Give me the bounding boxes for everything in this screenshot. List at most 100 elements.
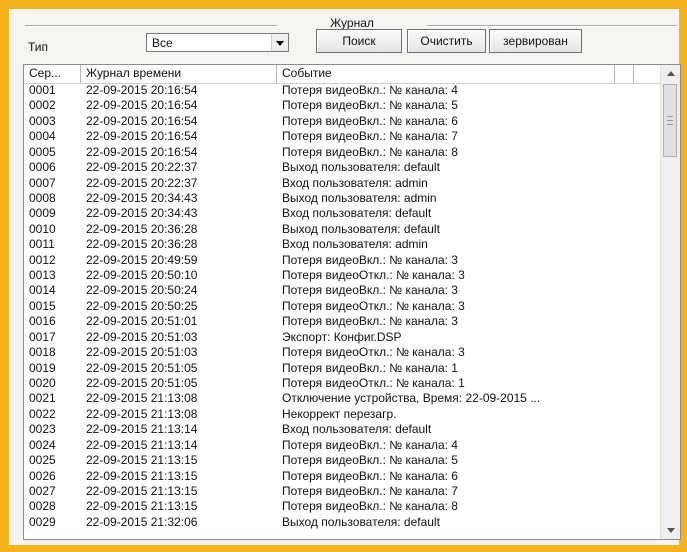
row-serial: 0009 xyxy=(29,206,56,221)
column-header-time[interactable]: Журнал времени xyxy=(81,65,277,83)
column-header-serial[interactable]: Сер... xyxy=(24,65,81,83)
type-label: Тип xyxy=(28,40,49,54)
row-serial: 0020 xyxy=(29,376,56,391)
table-row[interactable]: 0016 22-09-2015 20:51:01 Потеря видеоВкл.:… xyxy=(24,314,660,329)
row-time: 22-09-2015 20:16:54 xyxy=(86,129,198,144)
group-title: Журнал xyxy=(277,16,427,30)
clear-button[interactable]: Очистить xyxy=(407,29,486,53)
table-row[interactable]: 0007 22-09-2015 20:22:37 Вход пользователя… xyxy=(24,176,660,191)
row-event: Потеря видеоВкл.: № канала: 3 xyxy=(282,283,458,298)
table-row[interactable]: 0021 22-09-2015 21:13:08 Отключение устрой… xyxy=(24,391,660,406)
row-time: 22-09-2015 21:13:14 xyxy=(86,422,198,437)
table-row[interactable]: 0012 22-09-2015 20:49:59 Потеря видеоВкл.:… xyxy=(24,253,660,268)
row-serial: 0015 xyxy=(29,298,56,313)
row-serial: 0023 xyxy=(29,422,56,437)
row-event: Потеря видеоОткл.: № канала: 3 xyxy=(282,268,465,283)
table-row[interactable]: 0002 22-09-2015 20:16:54 Потеря видеоВкл.:… xyxy=(24,98,660,113)
row-event: Потеря видеоВкл.: № канала: 6 xyxy=(282,468,458,483)
row-time: 22-09-2015 20:22:37 xyxy=(86,160,198,175)
row-event: Выход пользователя: default xyxy=(282,514,440,529)
table-row[interactable]: 0009 22-09-2015 20:34:43 Вход пользователя… xyxy=(24,206,660,221)
table-row[interactable]: 0010 22-09-2015 20:36:28 Выход пользовател… xyxy=(24,222,660,237)
row-event: Потеря видеоВкл.: № канала: 7 xyxy=(282,129,458,144)
table-row[interactable]: 0003 22-09-2015 20:16:54 Потеря видеоВкл.:… xyxy=(24,114,660,129)
row-event: Потеря видеоОткл.: № канала: 1 xyxy=(282,376,465,391)
row-serial: 0024 xyxy=(29,437,56,452)
table-row[interactable]: 0019 22-09-2015 20:51:05 Потеря видеоВкл.:… xyxy=(24,361,660,376)
reserve-button[interactable]: зервирован xyxy=(489,29,582,53)
table-row[interactable]: 0022 22-09-2015 21:13:08 Некоррект перезаг… xyxy=(24,407,660,422)
row-event: Вход пользователя: default xyxy=(282,206,432,221)
table-row[interactable]: 0008 22-09-2015 20:34:43 Выход пользовател… xyxy=(24,191,660,206)
vertical-scrollbar[interactable] xyxy=(660,65,680,539)
row-event: Потеря видеоВкл.: № канала: 4 xyxy=(282,83,458,97)
row-event: Потеря видеоВкл.: № канала: 5 xyxy=(282,453,458,468)
type-select-value: Все xyxy=(152,36,173,50)
row-serial: 0018 xyxy=(29,345,56,360)
row-event: Потеря видеоВкл.: № канала: 4 xyxy=(282,437,458,452)
row-time: 22-09-2015 21:32:06 xyxy=(86,514,198,529)
row-serial: 0007 xyxy=(29,175,56,190)
row-time: 22-09-2015 20:16:54 xyxy=(86,98,198,113)
row-serial: 0008 xyxy=(29,190,56,205)
row-serial: 0013 xyxy=(29,268,56,283)
search-button[interactable]: Поиск xyxy=(316,29,402,53)
row-serial: 0001 xyxy=(29,83,56,97)
log-list[interactable]: Сер... Журнал времени Событие 0001 22-09-… xyxy=(23,64,681,540)
table-row[interactable]: 0005 22-09-2015 20:16:54 Потеря видеоВкл.:… xyxy=(24,145,660,160)
row-event: Вход пользователя: admin xyxy=(282,237,428,252)
table-row[interactable]: 0017 22-09-2015 20:51:03 Экспорт: Конфиг.D… xyxy=(24,330,660,345)
row-event: Выход пользователя: default xyxy=(282,160,440,175)
row-serial: 0002 xyxy=(29,98,56,113)
row-time: 22-09-2015 21:13:08 xyxy=(86,391,198,406)
row-time: 22-09-2015 20:36:28 xyxy=(86,221,198,236)
arrow-down-icon[interactable] xyxy=(661,522,680,539)
table-row[interactable]: 0029 22-09-2015 21:32:06 Выход пользовател… xyxy=(24,515,660,530)
row-time: 22-09-2015 20:50:10 xyxy=(86,268,198,283)
table-row[interactable]: 0024 22-09-2015 21:13:14 Потеря видеоВкл.:… xyxy=(24,438,660,453)
row-serial: 0014 xyxy=(29,283,56,298)
journal-window: Журнал Тип Все Поиск Очистить зервирован… xyxy=(0,0,687,552)
row-time: 22-09-2015 20:22:37 xyxy=(86,175,198,190)
table-row[interactable]: 0015 22-09-2015 20:50:25 Потеря видеоОткл.… xyxy=(24,299,660,314)
table-row[interactable]: 0023 22-09-2015 21:13:14 Вход пользователя… xyxy=(24,422,660,437)
table-row[interactable]: 0001 22-09-2015 20:16:54 Потеря видеоВкл.:… xyxy=(24,83,660,98)
row-event: Вход пользователя: admin xyxy=(282,175,428,190)
row-event: Отключение устройства, Время: 22-09-2015… xyxy=(282,391,541,406)
scrollbar-thumb[interactable] xyxy=(663,84,677,157)
row-serial: 0022 xyxy=(29,406,56,421)
row-time: 22-09-2015 20:16:54 xyxy=(86,83,198,97)
table-row[interactable]: 0004 22-09-2015 20:16:54 Потеря видеоВкл.:… xyxy=(24,129,660,144)
row-serial: 0026 xyxy=(29,468,56,483)
row-time: 22-09-2015 20:51:01 xyxy=(86,314,198,329)
row-event: Некоррект перезагр. xyxy=(282,406,397,421)
table-row[interactable]: 0011 22-09-2015 20:36:28 Вход пользователя… xyxy=(24,237,660,252)
table-row[interactable]: 0025 22-09-2015 21:13:15 Потеря видеоВкл.:… xyxy=(24,453,660,468)
row-time: 22-09-2015 20:16:54 xyxy=(86,144,198,159)
row-serial: 0012 xyxy=(29,252,56,267)
table-row[interactable]: 0027 22-09-2015 21:13:15 Потеря видеоВкл.:… xyxy=(24,484,660,499)
row-serial: 0021 xyxy=(29,391,56,406)
table-row[interactable]: 0014 22-09-2015 20:50:24 Потеря видеоВкл.:… xyxy=(24,283,660,298)
chevron-down-icon[interactable] xyxy=(271,34,288,51)
table-row[interactable]: 0020 22-09-2015 20:51:05 Потеря видеоОткл.… xyxy=(24,376,660,391)
row-event: Экспорт: Конфиг.DSP xyxy=(282,329,402,344)
row-event: Выход пользователя: default xyxy=(282,221,440,236)
row-event: Потеря видеоВкл.: № канала: 8 xyxy=(282,499,458,514)
row-time: 22-09-2015 20:50:25 xyxy=(86,298,198,313)
table-row[interactable]: 0013 22-09-2015 20:50:10 Потеря видеоОткл.… xyxy=(24,268,660,283)
column-header-event[interactable]: Событие xyxy=(277,65,615,83)
type-select[interactable]: Все xyxy=(146,33,289,52)
row-event: Потеря видеоВкл.: № канала: 6 xyxy=(282,113,458,128)
row-event: Потеря видеоВкл.: № канала: 8 xyxy=(282,144,458,159)
table-row[interactable]: 0028 22-09-2015 21:13:15 Потеря видеоВкл.:… xyxy=(24,499,660,514)
table-row[interactable]: 0018 22-09-2015 20:51:03 Потеря видеоОткл.… xyxy=(24,345,660,360)
row-event: Потеря видеоВкл.: № канала: 1 xyxy=(282,360,458,375)
row-time: 22-09-2015 21:13:15 xyxy=(86,468,198,483)
row-serial: 0019 xyxy=(29,360,56,375)
column-header-extra[interactable] xyxy=(615,65,634,83)
table-row[interactable]: 0026 22-09-2015 21:13:15 Потеря видеоВкл.:… xyxy=(24,469,660,484)
table-row[interactable]: 0006 22-09-2015 20:22:37 Выход пользовател… xyxy=(24,160,660,175)
arrow-up-icon[interactable] xyxy=(661,65,680,82)
row-serial: 0011 xyxy=(29,237,55,252)
